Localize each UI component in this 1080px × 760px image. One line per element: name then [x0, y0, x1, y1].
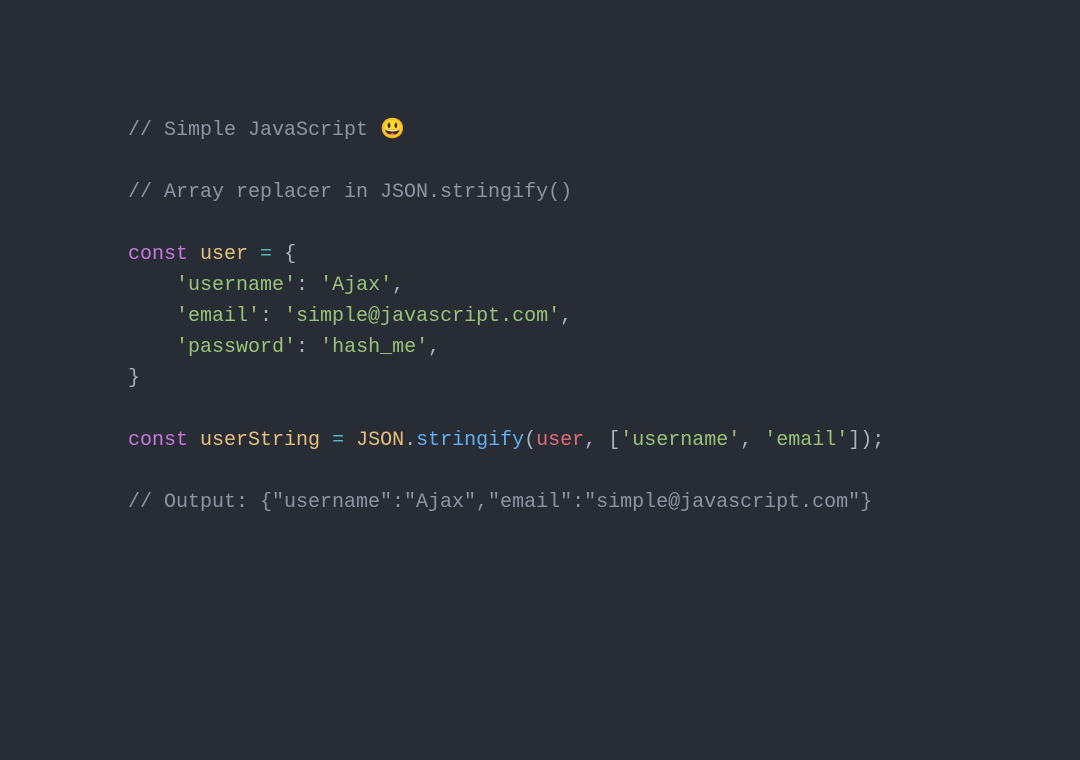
- code-line: 'username': 'Ajax',: [128, 270, 1040, 301]
- code-editor: // Simple JavaScript 😃 // Array replacer…: [0, 0, 1080, 558]
- paren: ): [860, 429, 872, 452]
- indent: [128, 336, 176, 359]
- comment-text: // Simple JavaScript: [128, 119, 380, 142]
- object-key: 'username': [176, 274, 296, 297]
- keyword: const: [128, 243, 188, 266]
- space: [188, 243, 200, 266]
- bracket: ]: [848, 429, 860, 452]
- code-line-blank: [128, 456, 1040, 487]
- code-line-blank: [128, 146, 1040, 177]
- string-value: 'username': [620, 429, 740, 452]
- paren: (: [524, 429, 536, 452]
- brace: {: [284, 243, 296, 266]
- comma: ,: [560, 305, 572, 328]
- object-key: 'email': [176, 305, 260, 328]
- comment-text: // Array replacer in JSON.stringify(): [128, 181, 572, 204]
- code-line: 'password': 'hash_me',: [128, 332, 1040, 363]
- colon: :: [260, 305, 284, 328]
- comma: ,: [584, 429, 608, 452]
- operator: =: [248, 243, 284, 266]
- global-object: JSON: [356, 429, 404, 452]
- colon: :: [296, 336, 320, 359]
- code-line-blank: [128, 208, 1040, 239]
- code-line: // Simple JavaScript 😃: [128, 115, 1040, 146]
- indent: [128, 274, 176, 297]
- code-line: const userString = JSON.stringify(user, …: [128, 425, 1040, 456]
- code-line: // Output: {"username":"Ajax","email":"s…: [128, 487, 1040, 518]
- code-line: // Array replacer in JSON.stringify(): [128, 177, 1040, 208]
- string-value: 'hash_me': [320, 336, 428, 359]
- comment-text: // Output: {"username":"Ajax","email":"s…: [128, 491, 872, 514]
- brace: }: [128, 367, 140, 390]
- bracket: [: [608, 429, 620, 452]
- space: [188, 429, 200, 452]
- comma: ,: [392, 274, 404, 297]
- code-line: const user = {: [128, 239, 1040, 270]
- variable-name: userString: [200, 429, 320, 452]
- semicolon: ;: [872, 429, 884, 452]
- string-value: 'Ajax': [320, 274, 392, 297]
- dot: .: [404, 429, 416, 452]
- emoji-icon: 😃: [380, 119, 405, 142]
- operator: =: [320, 429, 356, 452]
- indent: [128, 305, 176, 328]
- colon: :: [296, 274, 320, 297]
- comma: ,: [428, 336, 440, 359]
- variable-name: user: [200, 243, 248, 266]
- string-value: 'email': [764, 429, 848, 452]
- object-key: 'password': [176, 336, 296, 359]
- method-name: stringify: [416, 429, 524, 452]
- code-line: }: [128, 363, 1040, 394]
- code-line: 'email': 'simple@javascript.com',: [128, 301, 1040, 332]
- keyword: const: [128, 429, 188, 452]
- argument: user: [536, 429, 584, 452]
- comma: ,: [740, 429, 764, 452]
- string-value: 'simple@javascript.com': [284, 305, 560, 328]
- code-line-blank: [128, 394, 1040, 425]
